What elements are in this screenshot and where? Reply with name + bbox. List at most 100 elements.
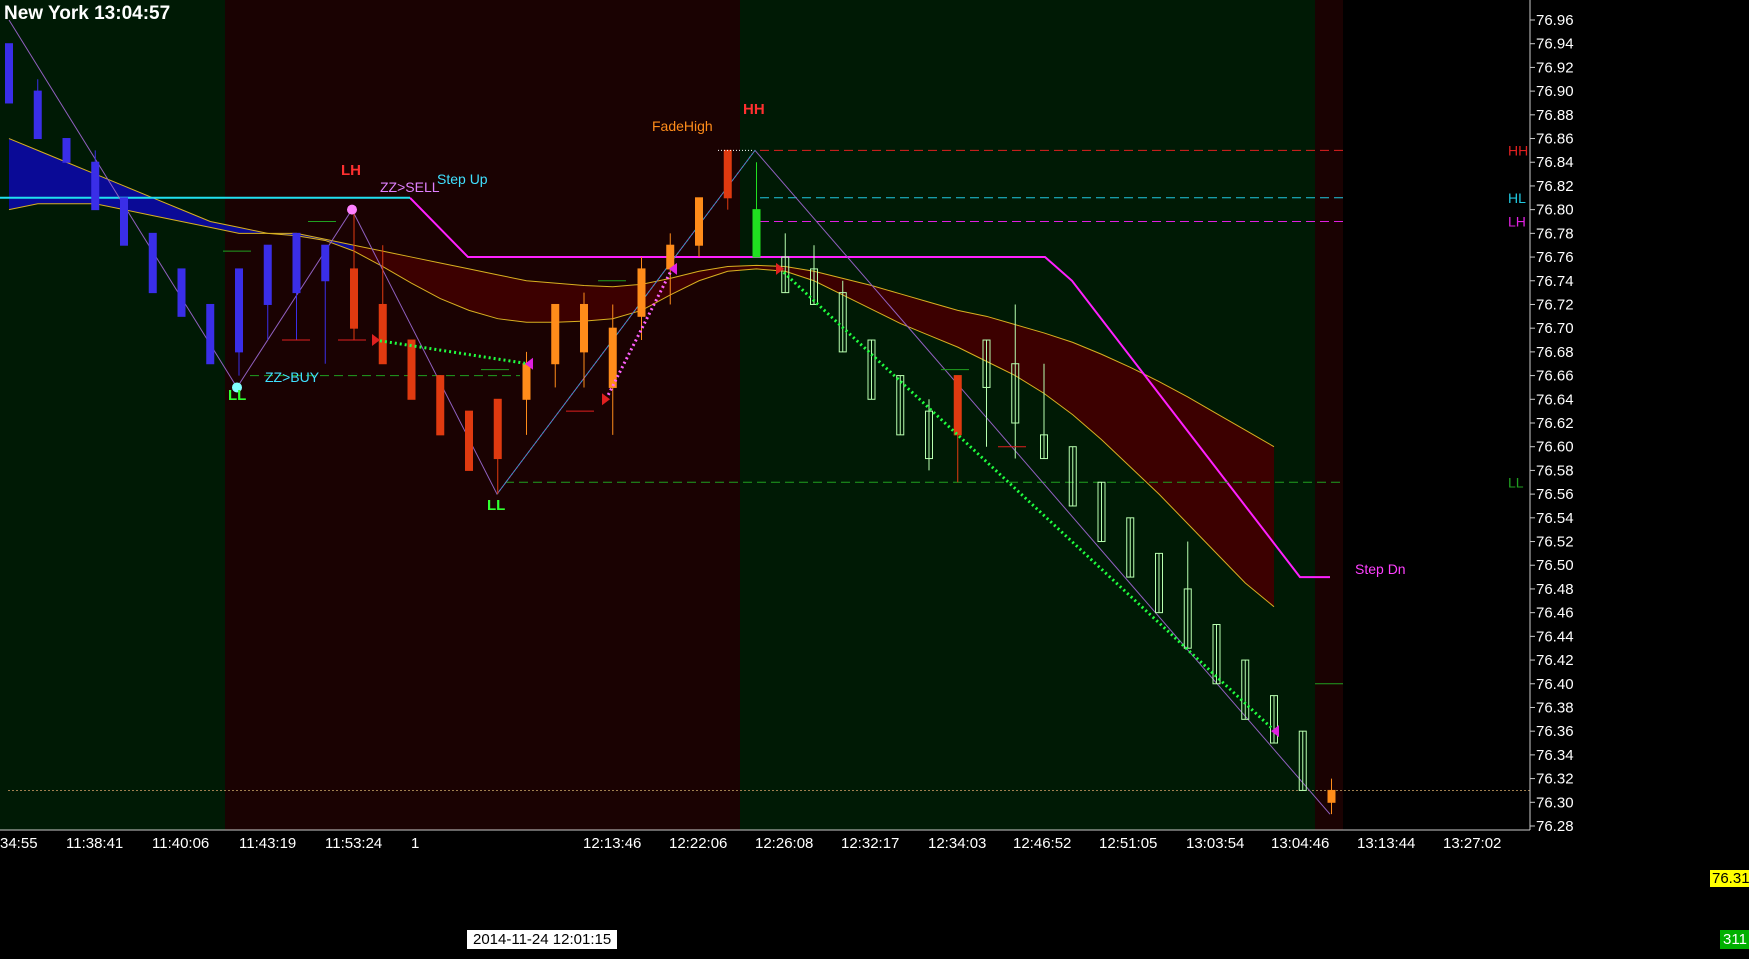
y-tick-label: 76.32 xyxy=(1536,771,1574,788)
clock-label: New York 13:04:57 xyxy=(4,3,171,24)
candle-body xyxy=(551,303,560,365)
candle-body xyxy=(292,232,301,294)
y-tick-label: 76.70 xyxy=(1536,320,1574,337)
y-tick-label: 76.46 xyxy=(1536,605,1574,622)
candle-body xyxy=(120,197,128,246)
x-tick-label: 12:22:06 xyxy=(669,835,727,852)
pivot-label-lh: LH xyxy=(341,162,361,179)
level-label-hl: HL xyxy=(1508,190,1526,206)
candle-body xyxy=(465,410,473,471)
y-tick-label: 76.86 xyxy=(1536,131,1574,148)
y-tick-label: 76.78 xyxy=(1536,225,1574,242)
y-tick-label: 76.88 xyxy=(1536,107,1574,124)
candle-body xyxy=(350,268,358,329)
candle-body xyxy=(321,244,330,282)
y-tick-label: 76.34 xyxy=(1536,747,1574,764)
y-tick-label: 76.52 xyxy=(1536,534,1574,551)
y-tick-label: 76.68 xyxy=(1536,344,1574,361)
candle xyxy=(407,339,416,400)
y-tick-label: 76.76 xyxy=(1536,249,1574,266)
candle-body xyxy=(263,244,272,305)
date-marker: 2014-11-24 12:01:15 xyxy=(467,930,618,949)
step-dn-label: Step Dn xyxy=(1355,561,1406,577)
candle-body xyxy=(5,43,13,104)
y-tick-label: 76.40 xyxy=(1536,676,1574,693)
price-chart[interactable]: HH HL LH LL HH LH LL LL FadeHigh ZZ>SELL ZZ>BUY Ste… xyxy=(0,0,1749,954)
y-tick-label: 76.80 xyxy=(1536,202,1574,219)
y-tick-label: 76.92 xyxy=(1536,59,1574,76)
x-tick-label: 11:40:06 xyxy=(152,835,209,852)
pivot-dot-lh xyxy=(347,204,357,215)
y-tick-label: 76.82 xyxy=(1536,178,1574,195)
y-tick-label: 76.38 xyxy=(1536,699,1574,716)
candle xyxy=(5,43,13,104)
y-tick-label: 76.58 xyxy=(1536,462,1574,479)
candle-body xyxy=(666,244,675,270)
candle-body xyxy=(378,303,387,365)
candle-body xyxy=(637,268,646,317)
level-label-ll: LL xyxy=(1508,474,1524,490)
pivot-label-ll: LL xyxy=(487,497,505,514)
y-tick-label: 76.56 xyxy=(1536,486,1574,503)
x-tick-label: 11:38:41 xyxy=(66,835,123,852)
pivot-label-ll: LL xyxy=(228,387,246,404)
y-tick-label: 76.36 xyxy=(1536,723,1574,740)
candle-body xyxy=(608,327,617,388)
x-tick-label: 13:27:02 xyxy=(1443,835,1501,852)
y-tick-label: 76.54 xyxy=(1536,510,1574,527)
x-tick-label: 13:03:54 xyxy=(1186,835,1244,852)
zz-sell-label: ZZ>SELL xyxy=(380,179,440,195)
y-tick-label: 76.44 xyxy=(1536,628,1574,645)
y-tick-label: 76.60 xyxy=(1536,439,1574,456)
session-bg xyxy=(1315,0,1343,830)
y-tick-label: 76.72 xyxy=(1536,296,1574,313)
x-tick-label: 12:34:03 xyxy=(928,835,986,852)
pivot-label-hh: HH xyxy=(743,101,765,118)
candle-body xyxy=(752,209,761,258)
candle xyxy=(148,232,157,294)
candle-body xyxy=(695,197,703,246)
y-tick-label: 76.66 xyxy=(1536,368,1574,385)
y-tick-label: 76.84 xyxy=(1536,154,1574,171)
fade-high-label: FadeHigh xyxy=(652,118,713,134)
x-tick-label: 12:46:52 xyxy=(1013,835,1071,852)
y-tick-label: 76.42 xyxy=(1536,652,1574,669)
candle-body xyxy=(407,339,416,400)
y-tick-label: 76.28 xyxy=(1536,818,1574,835)
session-bg xyxy=(740,0,1315,830)
y-tick-label: 76.96 xyxy=(1536,12,1574,29)
level-label-hh: HH xyxy=(1508,142,1528,158)
current-price-tag: 76.31 xyxy=(1710,870,1749,887)
candle-body xyxy=(148,232,157,294)
candle-body xyxy=(235,268,243,353)
chart-area[interactable]: HH HL LH LL HH LH LL LL FadeHigh ZZ>SELL ZZ>BUY Ste… xyxy=(0,0,1749,954)
y-tick-label: 76.48 xyxy=(1536,581,1574,598)
candle-body xyxy=(436,375,445,436)
candle-body xyxy=(177,268,186,317)
x-tick-label: 1 xyxy=(411,835,419,852)
x-tick-label: 12:51:05 xyxy=(1099,835,1157,852)
y-tick-label: 76.90 xyxy=(1536,83,1574,100)
candle-body xyxy=(1327,789,1336,803)
candle xyxy=(465,410,473,471)
candle-body xyxy=(953,375,962,436)
x-tick-label: 12:26:08 xyxy=(755,835,813,852)
candle xyxy=(177,268,186,317)
candle-body xyxy=(522,363,531,400)
level-label-lh: LH xyxy=(1508,214,1526,230)
candle xyxy=(62,138,71,163)
x-tick-label: 11:53:24 xyxy=(325,835,382,852)
x-tick-label: 12:32:17 xyxy=(841,835,899,852)
x-tick-label: 13:13:44 xyxy=(1357,835,1415,852)
x-tick-label: 34:55 xyxy=(0,835,38,852)
candle xyxy=(120,197,128,246)
y-tick-label: 76.62 xyxy=(1536,415,1574,432)
candle xyxy=(206,303,215,365)
x-tick-label: 12:13:46 xyxy=(583,835,641,852)
candle-body xyxy=(723,149,732,199)
candle-body xyxy=(33,90,42,140)
candle-body xyxy=(91,161,100,211)
corner-badge: 311 xyxy=(1720,930,1749,949)
x-tick-label: 11:43:19 xyxy=(239,835,296,852)
y-tick-label: 76.30 xyxy=(1536,794,1574,811)
